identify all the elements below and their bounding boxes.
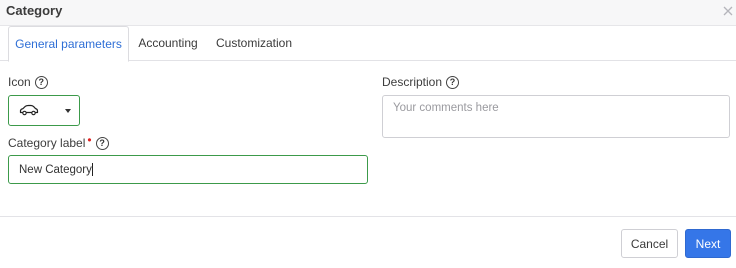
tab-accounting[interactable]: Accounting xyxy=(133,26,203,60)
category-label-input[interactable]: New Category xyxy=(8,155,368,184)
description-textarea[interactable]: Your comments here xyxy=(382,95,730,138)
tab-label: Customization xyxy=(215,36,293,50)
tab-bar: General parameters Accounting Customizat… xyxy=(0,26,736,62)
description-label-text: Description xyxy=(382,75,443,89)
car-icon xyxy=(19,104,39,116)
tab-label: General parameters xyxy=(15,37,122,51)
tab-general-parameters[interactable]: General parameters xyxy=(8,26,129,62)
icon-select[interactable] xyxy=(8,95,80,126)
icon-field-label: Icon ? xyxy=(8,75,48,89)
required-indicator: • xyxy=(87,133,92,147)
chevron-down-icon xyxy=(65,109,71,113)
close-icon[interactable] xyxy=(722,5,734,17)
help-icon[interactable]: ? xyxy=(446,75,460,89)
category-label-text: Category label xyxy=(8,136,86,150)
dialog-header: Category xyxy=(0,0,736,26)
description-placeholder: Your comments here xyxy=(393,102,499,114)
icon-label-text: Icon xyxy=(8,75,31,89)
help-icon[interactable]: ? xyxy=(95,136,109,150)
dialog-title: Category xyxy=(6,3,63,18)
text-cursor xyxy=(91,163,93,177)
tab-label: Accounting xyxy=(138,36,198,50)
category-label-value: New Category xyxy=(19,164,92,176)
next-button[interactable]: Next xyxy=(685,229,731,258)
category-label-field-label: Category label • ? xyxy=(8,133,109,150)
description-field-label: Description ? xyxy=(382,75,460,89)
tab-customization[interactable]: Customization xyxy=(210,26,298,60)
footer-divider xyxy=(0,216,736,217)
cancel-button[interactable]: Cancel xyxy=(621,229,678,258)
help-icon[interactable]: ? xyxy=(34,75,48,89)
